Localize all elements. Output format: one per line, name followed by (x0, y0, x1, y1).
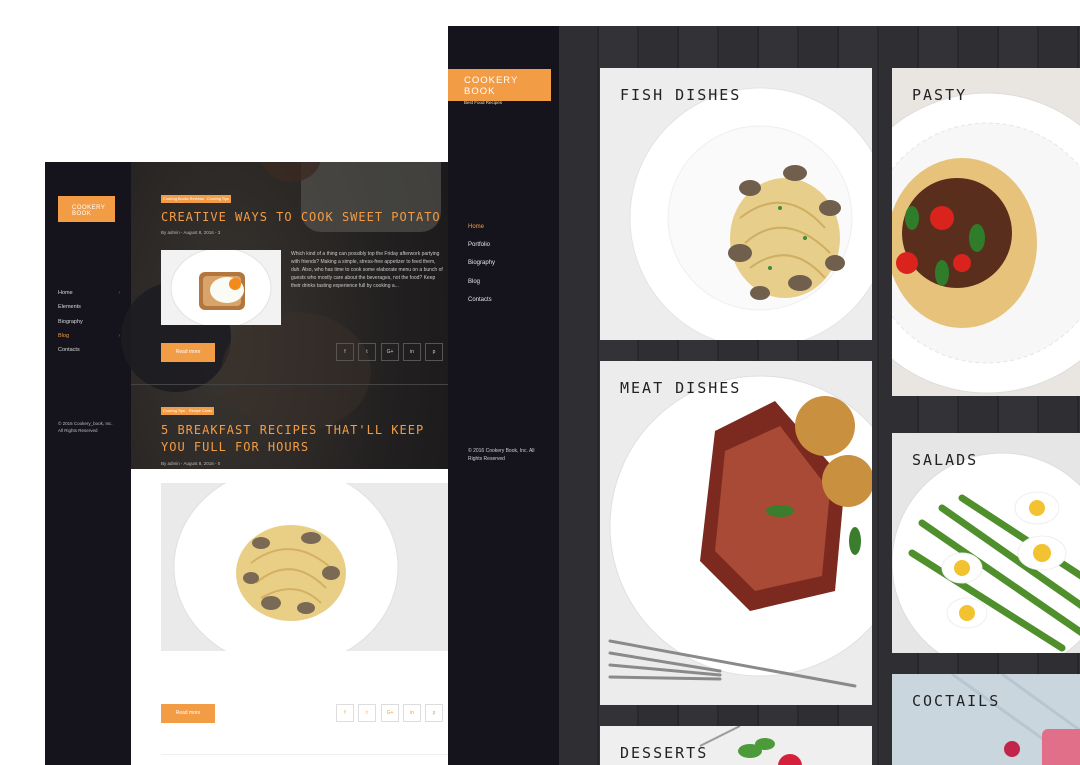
post-tag[interactable]: Cooking Tips (161, 407, 187, 415)
pinterest-icon[interactable]: p (425, 343, 443, 361)
bg-pasta-shape (221, 312, 371, 432)
blog-nav-elements[interactable]: Elements (58, 304, 120, 318)
read-more-button[interactable]: Read more (161, 704, 215, 723)
portfolio-nav-blog[interactable]: Blog (468, 279, 495, 297)
pinterest-icon[interactable]: p (425, 704, 443, 722)
blog-nav-biography[interactable]: Biography (58, 319, 120, 333)
category-label: COCTAILS (912, 692, 1001, 710)
pasta-clams-image (161, 483, 449, 651)
twitter-icon[interactable]: t (358, 343, 376, 361)
category-card-meat-dishes[interactable]: MEAT DISHES (600, 361, 872, 705)
blog-nav: Home › Elements Biography Blog › Contacts (58, 290, 120, 361)
post-meta: By admin - August 8, 2016 - 0 (161, 461, 221, 466)
pasty-dish-image (892, 68, 1080, 396)
blog-post-body: Read more f t G+ in p (131, 469, 449, 765)
post-excerpt: Which kind of a thing can possibly top t… (291, 251, 443, 289)
portfolio-sidebar: COOKERY BOOK Best Food Recipes Home Port… (448, 26, 559, 765)
coctails-image (892, 674, 1080, 765)
logo-subtitle: Best Food Recipes (464, 100, 503, 105)
divider (161, 754, 449, 755)
blog-logo[interactable]: COOKERY BOOK (58, 196, 115, 222)
toast-egg-image (170, 250, 272, 325)
portfolio-nav: Home Portfolio Biography Blog Contacts (468, 224, 495, 315)
facebook-icon[interactable]: f (336, 704, 354, 722)
post-tag[interactable]: Recipe Cards (187, 407, 215, 415)
blog-nav-contacts[interactable]: Contacts (58, 347, 120, 361)
category-card-fish-dishes[interactable]: FISH DISHES (600, 68, 872, 340)
meat-dish-image (600, 361, 872, 705)
post-featured-image[interactable] (161, 483, 449, 651)
twitter-icon[interactable]: t (358, 704, 376, 722)
category-card-desserts[interactable]: DESSERTS (600, 726, 872, 765)
portfolio-nav-portfolio[interactable]: Portfolio (468, 242, 495, 260)
blog-sidebar: COOKERY BOOK Home › Elements Biography Bl… (45, 162, 131, 765)
linkedin-icon[interactable]: in (403, 704, 421, 722)
blog-nav-home[interactable]: Home › (58, 290, 120, 304)
post-title[interactable]: CREATIVE WAYS TO COOK SWEET POTATO (161, 209, 441, 226)
portfolio-logo[interactable]: COOKERY BOOK Best Food Recipes (448, 69, 551, 105)
category-label: SALADS (912, 451, 979, 469)
category-label: MEAT DISHES (620, 379, 742, 397)
category-card-pasty[interactable]: PASTY (892, 68, 1080, 396)
chevron-right-icon: › (118, 290, 120, 296)
category-label: FISH DISHES (620, 86, 742, 104)
category-card-salads[interactable]: SALADS (892, 433, 1080, 653)
portfolio-copyright: © 2016 Cookery Book, Inc. All Rights Res… (468, 448, 535, 462)
category-card-coctails[interactable]: COCTAILS (892, 674, 1080, 765)
divider (131, 384, 449, 385)
portfolio-grid: FISH DISHES PASTY MEAT DISHES SALADS COC… (559, 26, 1080, 765)
blog-window: COOKERY BOOK Home › Elements Biography Bl… (45, 162, 449, 765)
portfolio-nav-biography[interactable]: Biography (468, 260, 495, 278)
google-plus-icon[interactable]: G+ (381, 343, 399, 361)
google-plus-icon[interactable]: G+ (381, 704, 399, 722)
post-tag[interactable]: Cooking Tips (205, 195, 231, 203)
portfolio-nav-home[interactable]: Home (468, 224, 495, 242)
facebook-icon[interactable]: f (336, 343, 354, 361)
post-meta: By admin - August 8, 2016 - 3 (161, 230, 221, 235)
linkedin-icon[interactable]: in (403, 343, 421, 361)
read-more-button[interactable]: Read more (161, 343, 215, 362)
category-label: DESSERTS (620, 744, 709, 762)
logo-title: COOKERY BOOK (464, 75, 519, 97)
portfolio-nav-contacts[interactable]: Contacts (468, 297, 495, 315)
post-thumbnail[interactable] (161, 250, 281, 325)
post-title[interactable]: 5 BREAKFAST RECIPES THAT'LL KEEP YOU FUL… (161, 422, 441, 456)
blog-nav-blog[interactable]: Blog › (58, 333, 120, 347)
post-tag[interactable]: Cooking Books Reviews (161, 195, 206, 203)
chevron-right-icon: › (118, 332, 120, 339)
fish-dish-image (600, 68, 872, 340)
blog-copyright: © 2016 Cookery_book, Inc. All Rights Res… (58, 421, 113, 433)
category-label: PASTY (912, 86, 968, 104)
portfolio-window: COOKERY BOOK Best Food Recipes Home Port… (448, 26, 1080, 765)
